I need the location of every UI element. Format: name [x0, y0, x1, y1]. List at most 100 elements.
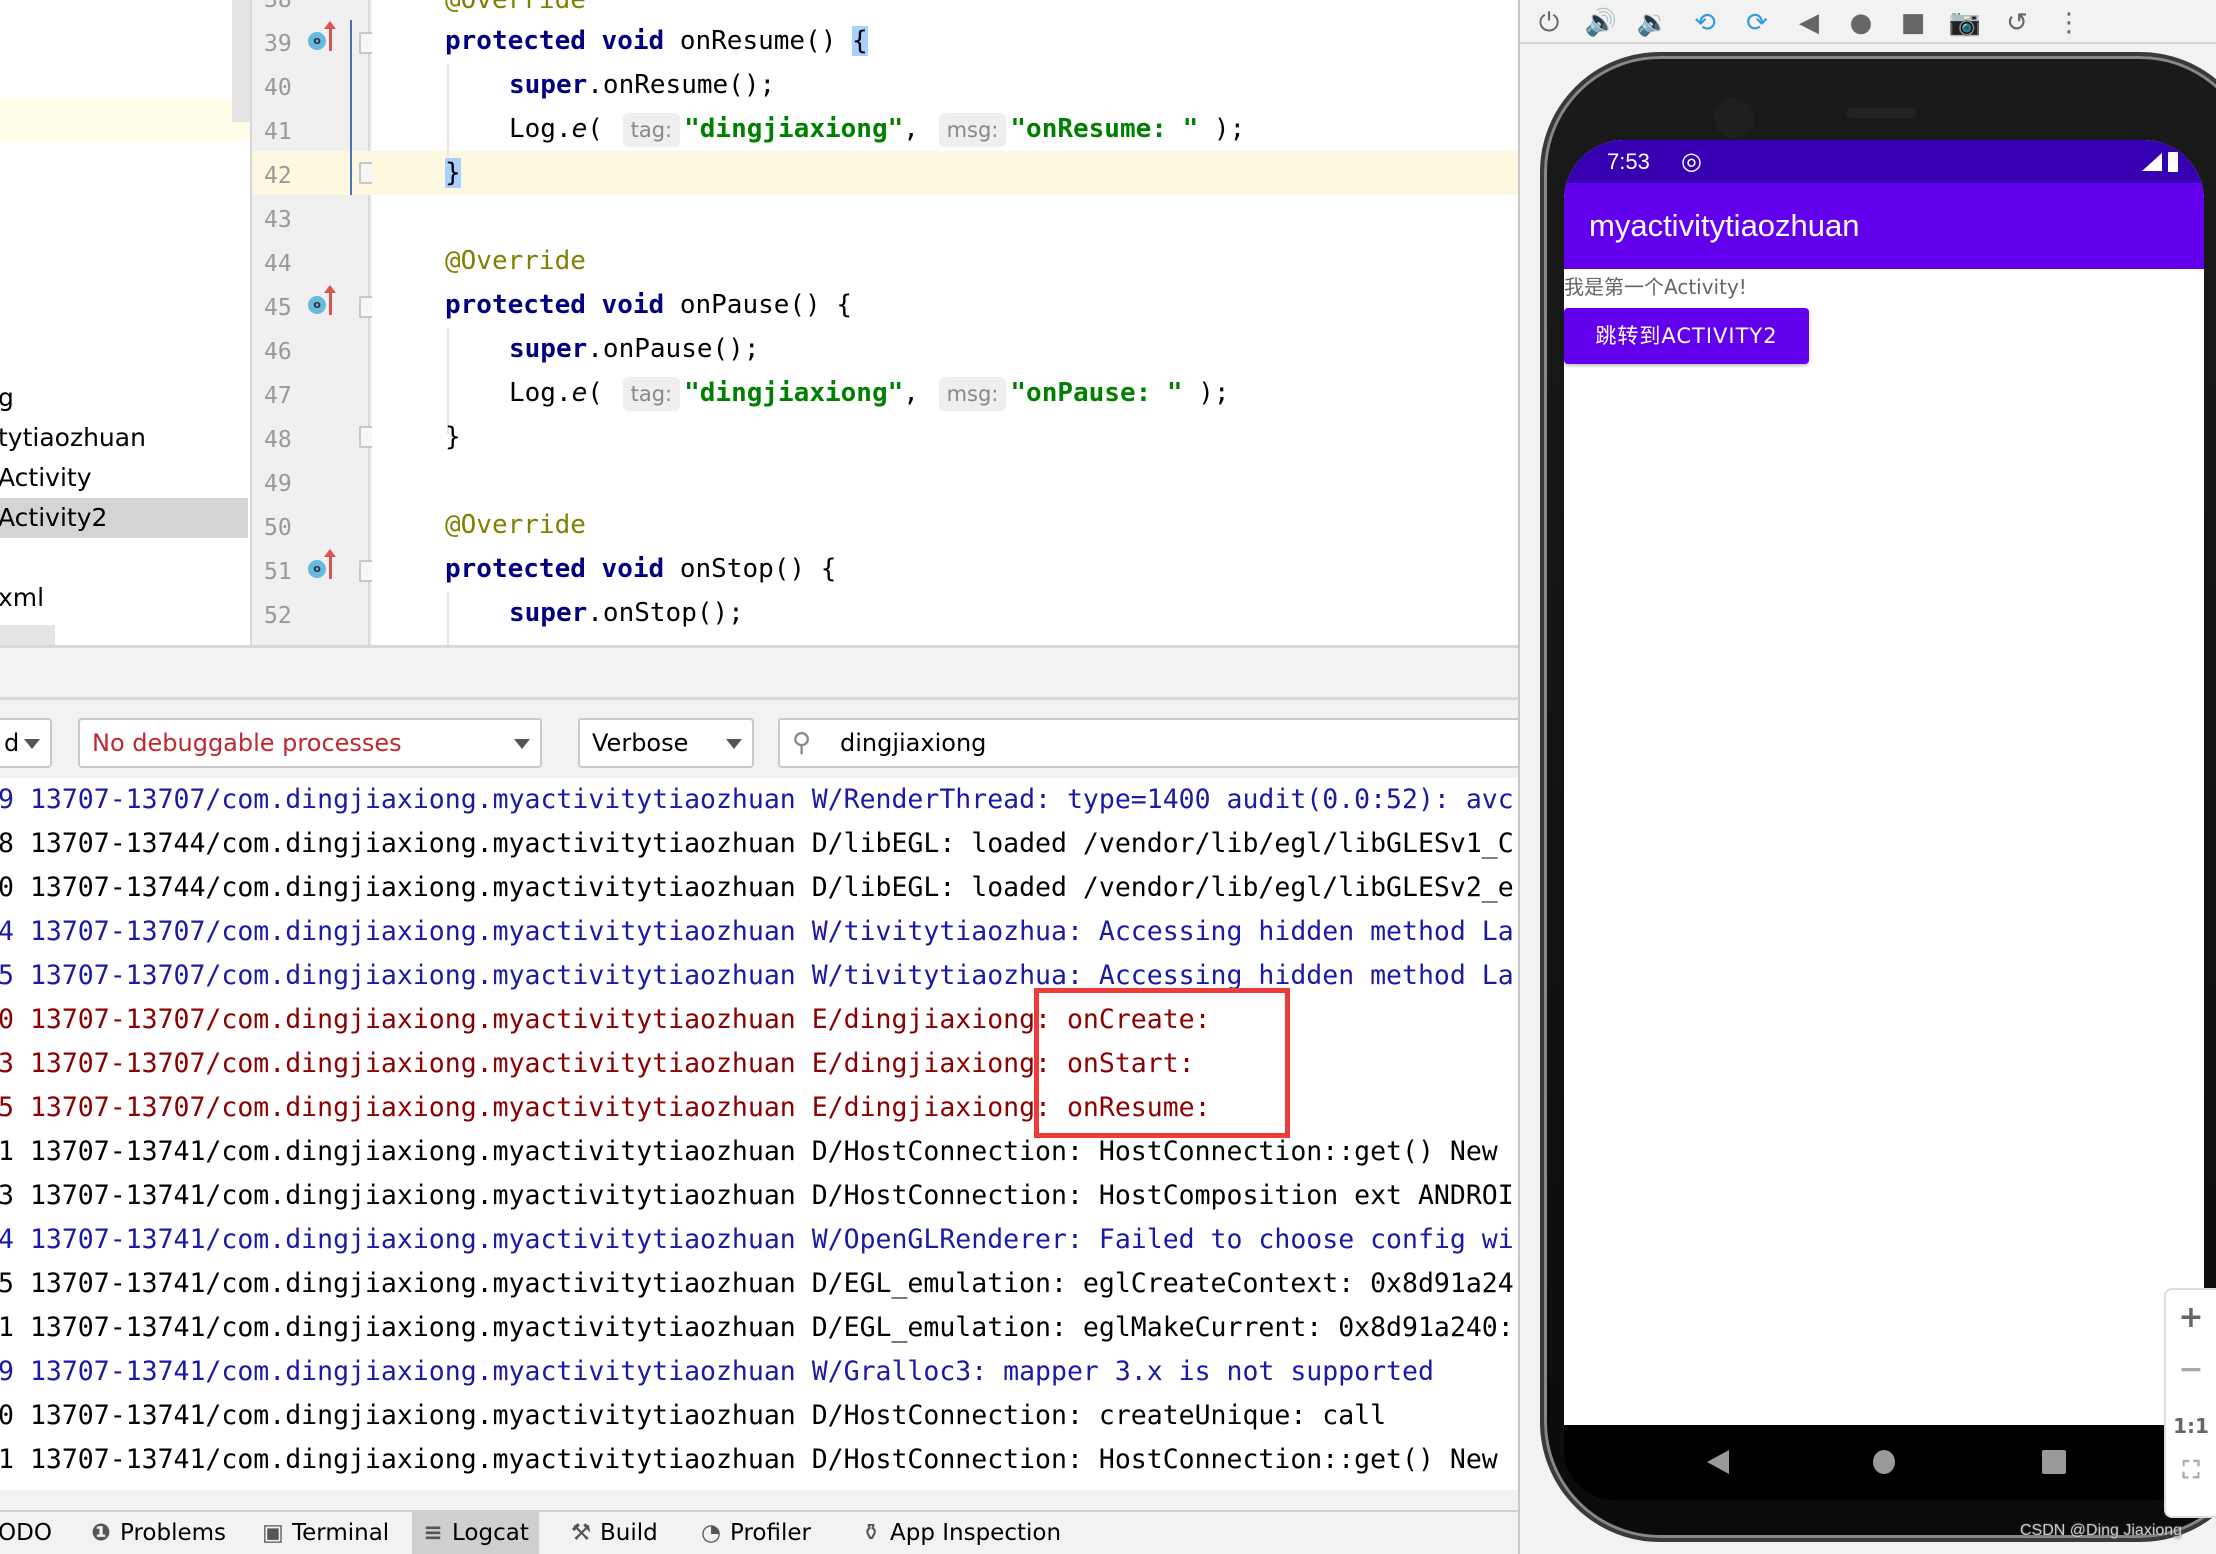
log-row[interactable]: 9 13707-13707/com.dingjiaxiong.myactivit… — [0, 778, 1514, 822]
log-message: 13707-13741/com.dingjiaxiong.myactivityt… — [29, 1400, 1387, 1431]
line-number: 51 — [264, 559, 292, 585]
tree-vertical-scrollbar[interactable] — [232, 0, 250, 122]
log-row[interactable]: 1 13707-13741/com.dingjiaxiong.myactivit… — [0, 1438, 1498, 1482]
log-row[interactable]: 8 13707-13744/com.dingjiaxiong.myactivit… — [0, 822, 1514, 866]
tree-item-selected[interactable]: Activity2 — [0, 498, 248, 538]
snapshot-icon[interactable]: ↺ — [2000, 6, 2034, 40]
zoom-in-icon[interactable]: + — [2166, 1300, 2216, 1335]
problems-icon: ❶ — [91, 1520, 111, 1546]
navigation-bar — [1564, 1425, 2204, 1500]
log-row[interactable]: 4 13707-13741/com.dingjiaxiong.myactivit… — [0, 1218, 1514, 1262]
more-icon[interactable]: ⋮ — [2052, 6, 2086, 40]
line-number: 49 — [264, 471, 292, 497]
tree-item[interactable]: tytiaozhuan — [0, 418, 248, 458]
rotate-right-icon[interactable]: ⟳ — [1740, 6, 1774, 40]
overview-icon[interactable]: ■ — [1896, 6, 1930, 40]
log-message: 13707-13741/com.dingjiaxiong.myactivityt… — [29, 1268, 1514, 1299]
override-method-icon[interactable]: o — [308, 285, 342, 318]
log-row[interactable]: 5 13707-13707/com.dingjiaxiong.myactivit… — [0, 1086, 1211, 1130]
tab-logcat[interactable]: ≡ Logcat — [412, 1512, 539, 1554]
highlight-annotation-box — [1034, 988, 1290, 1138]
chevron-down-icon — [514, 739, 530, 749]
tab-problems[interactable]: ❶ Problems — [80, 1512, 236, 1554]
tool-window-bar: ODO ❶ Problems ▣ Terminal ≡ Logcat ⚒ Build ◔ Profi… — [0, 1510, 1518, 1554]
param-hint-msg: msg: — [938, 113, 1007, 147]
signal-icon — [2142, 153, 2162, 171]
tab-odo[interactable]: ODO — [0, 1512, 62, 1554]
power-icon[interactable]: ⏻ — [1532, 6, 1566, 40]
terminal-icon: ▣ — [262, 1520, 284, 1546]
tree-horizontal-scrollbar[interactable] — [0, 625, 55, 645]
tree-item[interactable]: xml — [0, 578, 248, 618]
line-number: 50 — [264, 515, 292, 541]
build-icon: ⚒ — [570, 1520, 592, 1546]
code-line-39: protected void onResume() { — [445, 26, 868, 56]
log-message: 13707-13707/com.dingjiaxiong.myactivityt… — [29, 916, 1514, 947]
log-message: 13707-13741/com.dingjiaxiong.myactivityt… — [29, 1136, 1498, 1167]
log-row[interactable]: 3 13707-13741/com.dingjiaxiong.myactivit… — [0, 1174, 1514, 1218]
logcat-output[interactable]: 9 13707-13707/com.dingjiaxiong.myactivit… — [0, 778, 1518, 1490]
log-row[interactable]: 9 13707-13741/com.dingjiaxiong.myactivit… — [0, 1350, 1434, 1394]
log-timestamp-fragment: 5 — [0, 960, 14, 991]
tab-label: Logcat — [452, 1520, 529, 1546]
log-timestamp-fragment: 0 — [0, 1004, 14, 1035]
tab-profiler[interactable]: ◔ Profiler — [690, 1512, 821, 1554]
log-level-selector[interactable]: Verbose — [578, 718, 754, 768]
status-time: 7:53 — [1607, 149, 1650, 174]
back-icon[interactable]: ◀ — [1792, 6, 1826, 40]
home-icon[interactable]: ● — [1844, 6, 1878, 40]
tab-build[interactable]: ⚒ Build — [560, 1512, 668, 1554]
tree-item[interactable]: g — [0, 378, 248, 418]
tab-label: App Inspection — [890, 1520, 1062, 1546]
line-number: 42 — [264, 163, 292, 189]
log-row[interactable]: 4 13707-13707/com.dingjiaxiong.myactivit… — [0, 910, 1514, 954]
zoom-out-icon[interactable]: − — [2166, 1352, 2216, 1387]
search-icon[interactable]: ⚲ — [792, 720, 811, 766]
log-row[interactable]: 0 13707-13707/com.dingjiaxiong.myactivit… — [0, 998, 1211, 1042]
nav-recents-icon[interactable] — [2042, 1450, 2066, 1474]
log-timestamp-fragment: 1 — [0, 1444, 14, 1475]
override-method-icon[interactable]: o — [308, 549, 342, 582]
tree-item-label: xml — [0, 583, 45, 612]
override-method-icon[interactable]: o — [308, 21, 342, 54]
jump-to-activity2-button[interactable]: 跳转到ACTIVITY2 — [1564, 308, 1809, 364]
log-timestamp-fragment: 9 — [0, 1488, 14, 1490]
device-selector[interactable]: d — [0, 718, 52, 768]
log-row[interactable]: 3 13707-13707/com.dingjiaxiong.myactivit… — [0, 1042, 1195, 1086]
device-screen[interactable]: 7:53 ◎ myactivitytiaozhuan 我是第一个Activity… — [1564, 140, 2204, 1425]
volume-up-icon[interactable]: 🔊 — [1584, 6, 1618, 40]
tree-item-label: tytiaozhuan — [0, 423, 146, 452]
tab-app-inspection[interactable]: ⚱ App Inspection — [850, 1512, 1071, 1554]
vcs-change-marker[interactable] — [350, 20, 352, 195]
param-hint-tag: tag: — [622, 113, 681, 147]
zoom-fit-icon[interactable]: ⛶ — [2166, 1456, 2216, 1484]
volume-down-icon[interactable]: 🔉 — [1636, 6, 1670, 40]
log-row[interactable]: 1 13707-13741/com.dingjiaxiong.myactivit… — [0, 1306, 1514, 1350]
line-number: 48 — [264, 427, 292, 453]
tab-terminal[interactable]: ▣ Terminal — [252, 1512, 399, 1554]
screenshot-icon[interactable]: 📷 — [1948, 6, 1982, 40]
log-message: 13707-13707/com.dingjiaxiong.myactivityt… — [29, 960, 1514, 991]
code-line-52: super.onStop(); — [509, 598, 744, 628]
code-editor[interactable]: @Override protected void onResume() { su… — [372, 0, 1518, 645]
log-timestamp-fragment: 0 — [0, 1400, 14, 1431]
process-selector[interactable]: No debuggable processes — [78, 718, 542, 768]
panel-splitter[interactable] — [0, 645, 1518, 700]
param-hint-tag: tag: — [622, 377, 681, 411]
log-row[interactable]: 0 13707-13744/com.dingjiaxiong.myactivit… — [0, 866, 1514, 910]
logcat-toolbar: d No debuggable processes Verbose ⚲ ding… — [0, 700, 1538, 778]
log-message: 13707-13741/com.dingjiaxiong.myactivityt… — [29, 1356, 1434, 1387]
zoom-actual-size-icon[interactable]: 1:1 — [2166, 1406, 2216, 1446]
tree-item[interactable]: Activity — [0, 458, 248, 498]
indent-guide — [447, 592, 449, 645]
log-row[interactable]: 0 13707-13741/com.dingjiaxiong.myactivit… — [0, 1394, 1386, 1438]
log-row[interactable]: 9 13707-13741/com.dingjiaxiong.myactivit… — [0, 1482, 1514, 1490]
line-number: 40 — [264, 75, 292, 101]
rotate-left-icon[interactable]: ⟲ — [1688, 6, 1722, 40]
log-timestamp-fragment: 8 — [0, 828, 14, 859]
logcat-search-input[interactable]: ⚲ dingjiaxiong — [778, 718, 1538, 768]
log-row[interactable]: 5 13707-13741/com.dingjiaxiong.myactivit… — [0, 1262, 1514, 1306]
app-title: myactivitytiaozhuan — [1564, 183, 2204, 269]
nav-home-icon[interactable] — [1873, 1450, 1895, 1474]
nav-back-icon[interactable] — [1707, 1450, 1729, 1474]
